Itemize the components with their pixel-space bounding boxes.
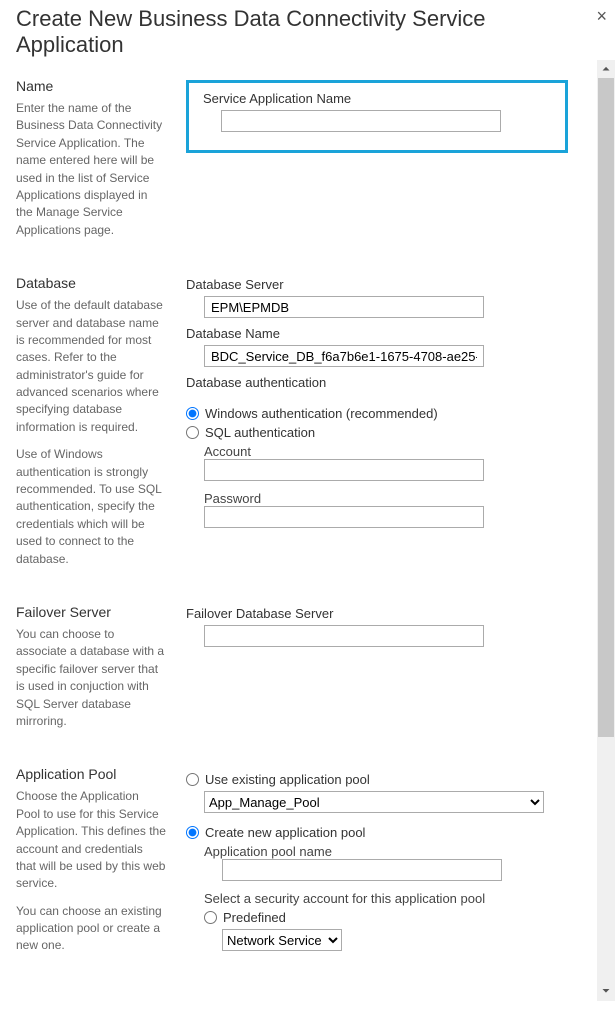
database-section-desc2: Use of Windows authentication is strongl… [16,446,166,568]
section-name: Name Enter the name of the Business Data… [16,78,568,249]
windows-auth-radio[interactable] [186,407,199,420]
account-input[interactable] [204,459,484,481]
predefined-select[interactable]: Network Service [222,929,342,951]
use-existing-pool-radio[interactable] [186,773,199,786]
vertical-scrollbar[interactable]: ⏶ ⏷ [597,60,615,1001]
scroll-up-icon[interactable]: ⏶ [597,60,615,78]
existing-pool-select[interactable]: App_Manage_Pool [204,791,544,813]
sql-auth-label: SQL authentication [205,425,315,440]
failover-server-label: Failover Database Server [186,606,568,621]
create-new-pool-label: Create new application pool [205,825,365,840]
predefined-radio[interactable] [204,911,217,924]
password-input[interactable] [204,506,484,528]
name-section-title: Name [16,78,166,94]
scroll-thumb[interactable] [598,78,614,737]
db-name-input[interactable] [204,345,484,367]
database-section-desc1: Use of the default database server and d… [16,297,166,436]
apppool-section-title: Application Pool [16,766,166,782]
failover-server-input[interactable] [204,625,484,647]
account-label: Account [204,444,568,459]
create-new-pool-radio[interactable] [186,826,199,839]
pool-name-input[interactable] [222,859,502,881]
windows-auth-label: Windows authentication (recommended) [205,406,438,421]
name-section-desc: Enter the name of the Business Data Conn… [16,100,166,239]
password-label: Password [204,491,568,506]
scroll-down-icon[interactable]: ⏷ [597,983,615,1001]
section-database: Database Use of the default database ser… [16,275,568,578]
service-app-name-input[interactable] [221,110,501,132]
db-name-label: Database Name [186,326,568,341]
failover-section-desc: You can choose to associate a database w… [16,626,166,730]
use-existing-pool-label: Use existing application pool [205,772,370,787]
dialog-container: Create New Business Data Connectivity Se… [0,0,580,1011]
page-title: Create New Business Data Connectivity Se… [16,6,568,58]
apppool-section-desc2: You can choose an existing application p… [16,903,166,955]
predefined-label: Predefined [223,910,286,925]
pool-name-label: Application pool name [204,844,568,859]
security-account-label: Select a security account for this appli… [204,891,568,906]
database-section-title: Database [16,275,166,291]
service-app-name-highlight: Service Application Name [186,80,568,153]
service-app-name-label: Service Application Name [203,91,551,106]
section-failover: Failover Server You can choose to associ… [16,604,568,740]
failover-section-title: Failover Server [16,604,166,620]
apppool-section-desc1: Choose the Application Pool to use for t… [16,788,166,892]
db-auth-label: Database authentication [186,375,568,390]
sql-auth-radio[interactable] [186,426,199,439]
db-server-input[interactable] [204,296,484,318]
db-server-label: Database Server [186,277,568,292]
close-icon[interactable]: × [596,6,607,27]
section-apppool: Application Pool Choose the Application … [16,766,568,965]
